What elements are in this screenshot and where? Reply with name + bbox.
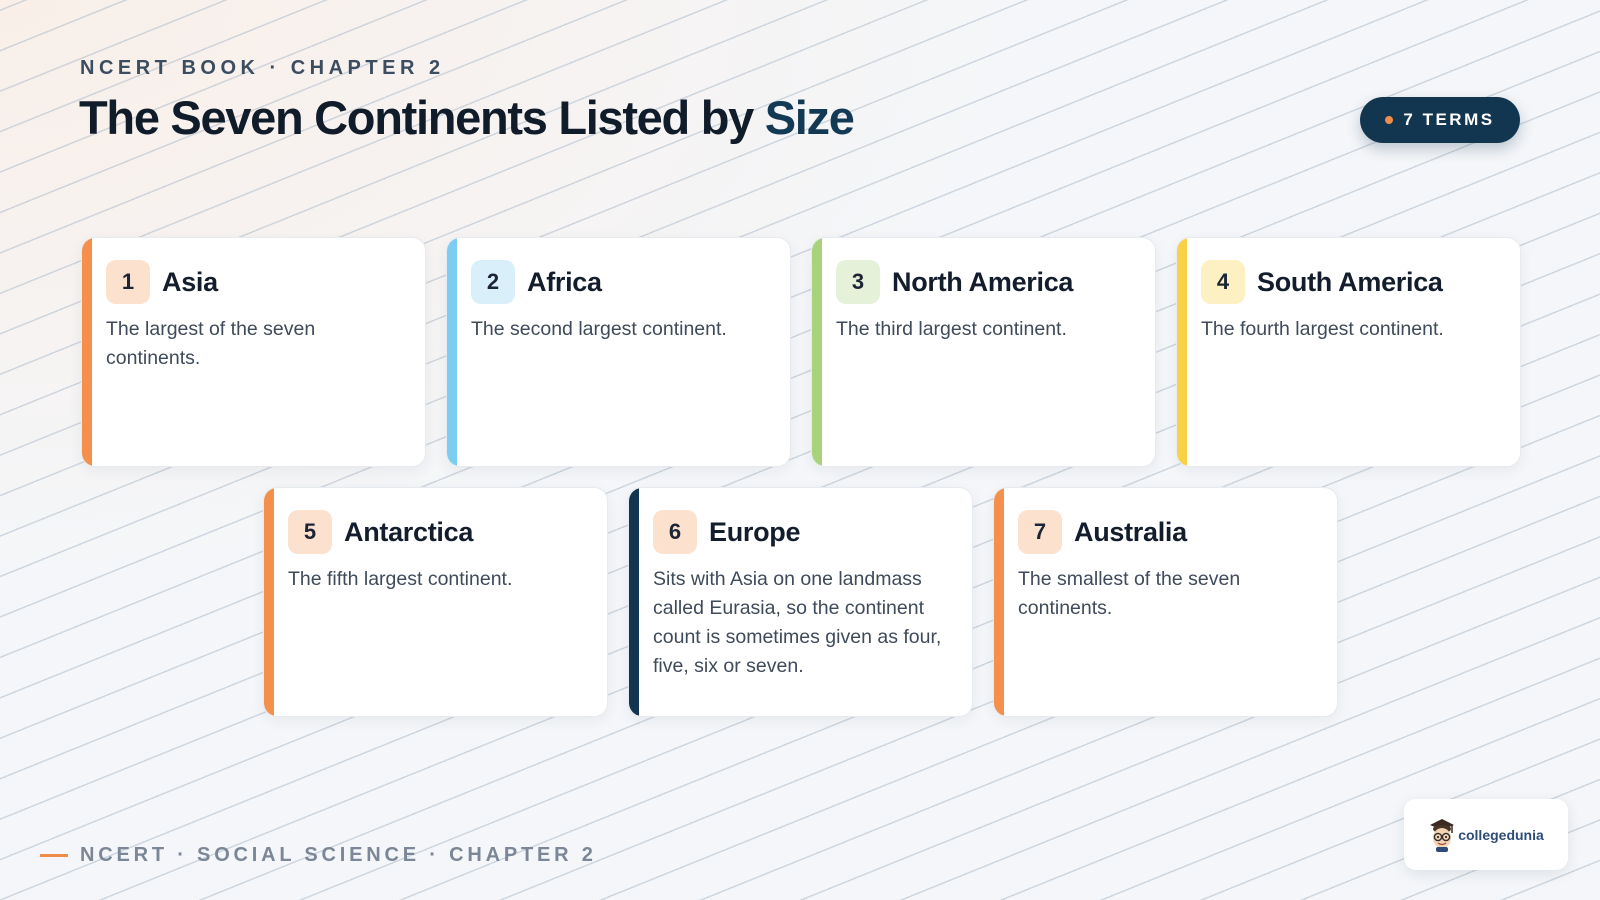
term-number: 6 xyxy=(653,510,697,554)
term-card-europe: 6 Europe Sits with Asia on one landmass … xyxy=(628,487,973,717)
term-card-australia: 7 Australia The smallest of the seven co… xyxy=(993,487,1338,717)
term-description: Sits with Asia on one landmass called Eu… xyxy=(653,568,942,677)
term-name: Asia xyxy=(162,266,218,297)
title-main: The Seven Continents Listed by xyxy=(79,91,765,144)
card-accent-bar xyxy=(812,238,822,466)
term-name: Antarctica xyxy=(344,516,474,547)
footer: NCERT · SOCIAL SCIENCE · CHAPTER 2 xyxy=(40,844,597,867)
term-description: The second largest continent. xyxy=(471,318,727,340)
term-description: The smallest of the seven continents. xyxy=(1018,568,1241,619)
term-name: Australia xyxy=(1074,516,1187,547)
card-accent-bar xyxy=(1177,238,1187,466)
term-card-south-america: 4 South America The fourth largest conti… xyxy=(1176,237,1521,467)
term-name: Africa xyxy=(527,266,602,297)
card-accent-bar xyxy=(629,488,639,716)
term-card-antarctica: 5 Antarctica The fifth largest continent… xyxy=(263,487,608,717)
mascot-icon xyxy=(1430,818,1455,852)
term-card-africa: 2 Africa The second largest continent. xyxy=(446,237,791,467)
page-title: The Seven Continents Listed by Size xyxy=(79,90,855,145)
card-accent-bar xyxy=(994,488,1004,716)
footer-accent-line xyxy=(40,854,68,857)
term-number: 2 xyxy=(471,260,515,304)
card-accent-bar xyxy=(82,238,92,466)
term-number: 1 xyxy=(106,260,150,304)
footer-text: NCERT · SOCIAL SCIENCE · CHAPTER 2 xyxy=(80,844,597,866)
eyebrow: NCERT BOOK · CHAPTER 2 xyxy=(80,57,445,79)
terms-badge: 7 TERMS xyxy=(1360,97,1520,143)
term-card-north-america: 3 North America The third largest contin… xyxy=(811,237,1156,467)
dot-icon xyxy=(1385,116,1394,124)
term-description: The third largest continent. xyxy=(836,318,1067,340)
term-number: 7 xyxy=(1018,510,1062,554)
card-accent-bar xyxy=(447,238,457,466)
title-accent: Size xyxy=(764,91,855,144)
term-name: Europe xyxy=(709,516,801,547)
term-card-asia: 1 Asia The largest of the seven continen… xyxy=(81,237,426,467)
term-description: The fifth largest continent. xyxy=(288,568,513,590)
brand-wordmark: collegedunia xyxy=(1458,826,1544,843)
term-number: 3 xyxy=(836,260,880,304)
term-description: The fourth largest continent. xyxy=(1201,318,1444,340)
term-number: 4 xyxy=(1201,260,1245,304)
terms-badge-label: 7 TERMS xyxy=(1403,110,1495,129)
term-name: South America xyxy=(1257,266,1443,297)
card-accent-bar xyxy=(264,488,274,716)
brand-logo: collegedunia xyxy=(1404,799,1568,870)
term-number: 5 xyxy=(288,510,332,554)
term-name: North America xyxy=(892,266,1074,297)
term-description: The largest of the seven continents. xyxy=(106,318,316,369)
